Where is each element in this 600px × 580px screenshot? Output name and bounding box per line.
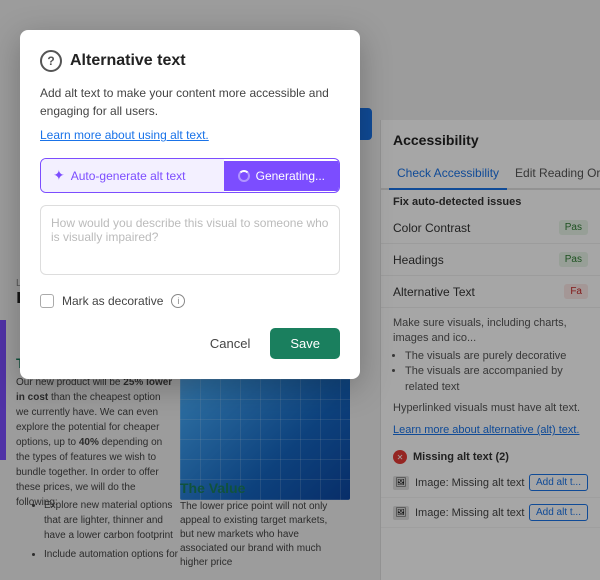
modal-learn-more-link[interactable]: Learn more about using alt text.: [40, 128, 340, 142]
modal-header: ? Alternative text: [40, 50, 340, 72]
cancel-button[interactable]: Cancel: [200, 330, 260, 357]
modal-icon: ?: [40, 50, 62, 72]
modal-icon-label: ?: [47, 54, 54, 68]
decorative-checkbox[interactable]: [40, 294, 54, 308]
autogen-row: ✦ Auto-generate alt text Generating...: [40, 158, 340, 193]
autogen-label: Auto-generate alt text: [71, 169, 186, 183]
generating-button[interactable]: Generating...: [224, 161, 339, 191]
checkbox-row: Mark as decorative i: [40, 294, 340, 308]
spinner-icon: [238, 170, 250, 182]
autogen-left: ✦ Auto-generate alt text: [41, 159, 224, 192]
generating-label: Generating...: [256, 169, 325, 183]
modal-buttons: Cancel Save: [40, 328, 340, 359]
alt-text-textarea[interactable]: [40, 205, 340, 275]
sparkle-icon: ✦: [53, 167, 65, 184]
checkbox-label: Mark as decorative: [62, 294, 163, 308]
save-button[interactable]: Save: [270, 328, 340, 359]
modal-title: Alternative text: [70, 52, 186, 70]
modal-description: Add alt text to make your content more a…: [40, 84, 340, 120]
info-icon[interactable]: i: [171, 294, 185, 308]
alt-text-modal: ? Alternative text Add alt text to make …: [20, 30, 360, 379]
